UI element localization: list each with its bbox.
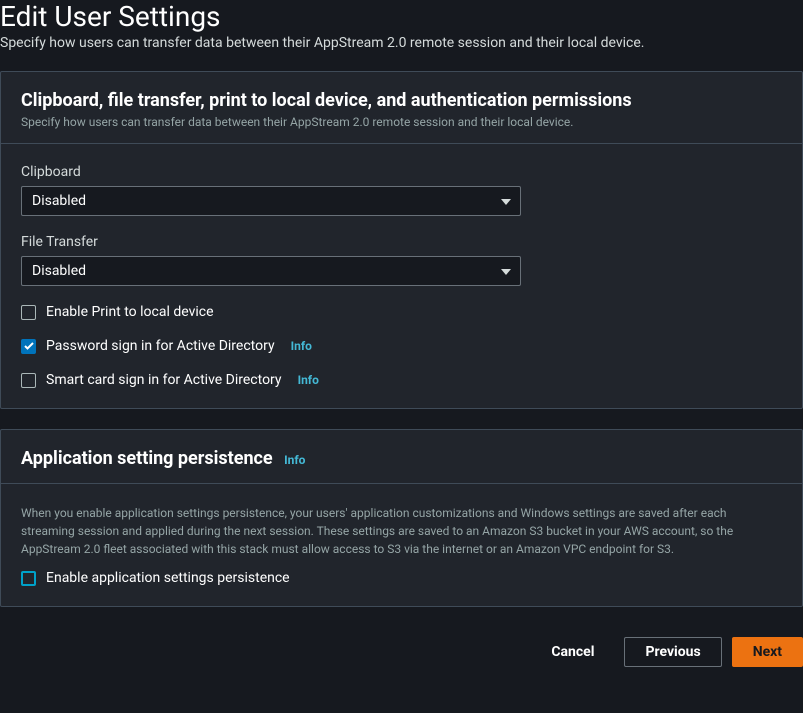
file-transfer-label: File Transfer [21,234,782,250]
clipboard-label: Clipboard [21,164,782,180]
page-title: Edit User Settings [0,0,803,35]
file-transfer-select[interactable]: Disabled [21,256,521,286]
clipboard-select[interactable]: Disabled [21,186,521,216]
persistence-info-link[interactable]: Info [284,453,305,467]
persistence-desc: When you enable application settings per… [21,504,782,558]
password-signin-checkbox[interactable] [21,339,36,354]
permissions-header: Clipboard, file transfer, print to local… [1,72,802,144]
smartcard-signin-label: Smart card sign in for Active Directory [46,372,282,388]
previous-button[interactable]: Previous [624,637,721,667]
print-local-checkbox[interactable] [21,305,36,320]
smartcard-signin-checkbox[interactable] [21,373,36,388]
enable-persistence-checkbox[interactable] [21,571,36,586]
persistence-section: Application setting persistence Info Whe… [0,429,803,607]
password-signin-info-link[interactable]: Info [291,339,312,353]
password-signin-label: Password sign in for Active Directory [46,338,275,354]
enable-persistence-label: Enable application settings persistence [46,570,290,586]
page-subtitle: Specify how users can transfer data betw… [0,35,803,71]
print-local-label: Enable Print to local device [46,304,214,320]
cancel-button[interactable]: Cancel [531,638,614,666]
footer: Cancel Previous Next [0,627,803,667]
smartcard-signin-info-link[interactable]: Info [298,373,319,387]
permissions-section: Clipboard, file transfer, print to local… [0,71,803,409]
permissions-title: Clipboard, file transfer, print to local… [21,90,632,111]
next-button[interactable]: Next [732,637,803,667]
persistence-header: Application setting persistence Info [1,430,802,484]
persistence-title: Application setting persistence [21,448,273,469]
permissions-desc: Specify how users can transfer data betw… [21,115,782,129]
